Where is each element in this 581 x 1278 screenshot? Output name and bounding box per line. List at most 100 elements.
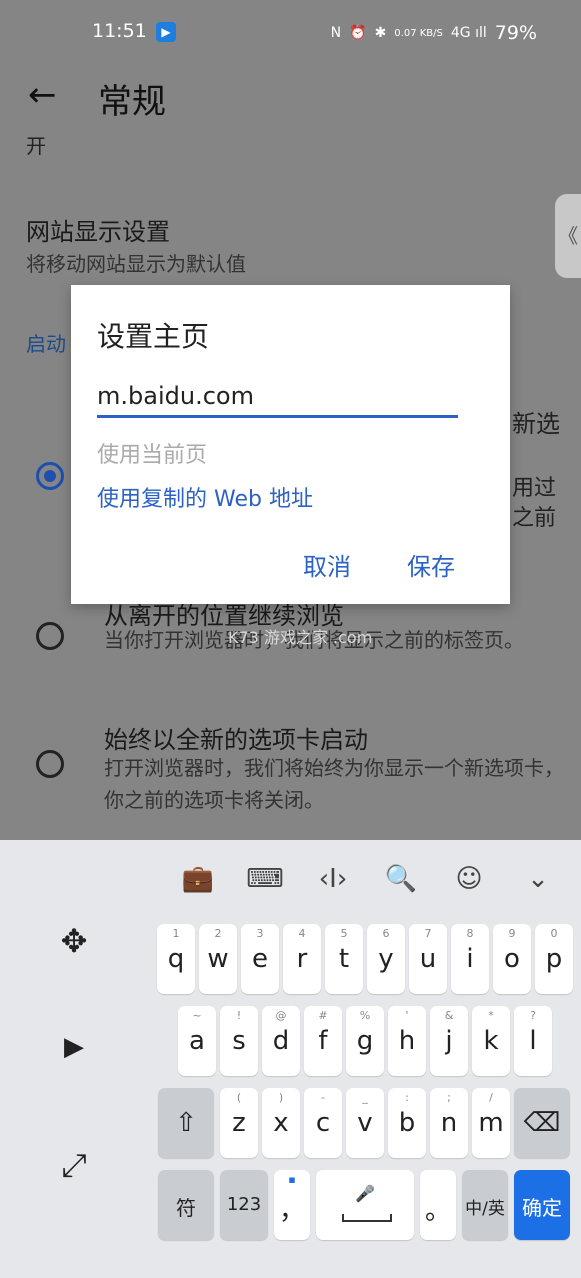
number-key[interactable]: 123 [220, 1170, 268, 1240]
key-label: a [189, 1026, 205, 1056]
collapse-keyboard-icon[interactable]: ⌄ [518, 864, 558, 894]
key-w[interactable]: 2w [199, 924, 237, 994]
key-p[interactable]: 0p [535, 924, 573, 994]
key-label: t [338, 944, 350, 974]
cancel-button[interactable]: 取消 [303, 547, 351, 582]
dialog-title: 设置主页 [97, 320, 210, 353]
new-tab-option-title[interactable]: 始终以全新的选项卡启动 [104, 720, 368, 755]
key-hint: ( [236, 1091, 242, 1104]
key-i[interactable]: 8i [451, 924, 489, 994]
key-g[interactable]: % g [346, 1006, 384, 1076]
key-hint: & [444, 1009, 454, 1022]
emoji-icon[interactable]: ☺ [449, 864, 489, 894]
key-hint: 1 [172, 927, 180, 940]
key-m[interactable]: / m [472, 1088, 510, 1158]
key-label: o [504, 944, 520, 974]
play-icon[interactable]: ▶ [54, 1032, 94, 1062]
page-title: 常规 [98, 82, 166, 122]
move-keyboard-icon[interactable]: ✥ [54, 922, 94, 960]
key-hint: # [318, 1009, 328, 1022]
keyboard-layout-icon[interactable]: ⌨ [245, 864, 285, 894]
symbol-key[interactable]: 符 [158, 1170, 214, 1240]
key-s[interactable]: ! s [220, 1006, 258, 1076]
site-display-settings-title[interactable]: 网站显示设置 [26, 212, 170, 247]
key-t[interactable]: 5t [325, 924, 363, 994]
confirm-key[interactable]: 确定 [514, 1170, 570, 1240]
shift-key[interactable]: ⇧ [158, 1088, 214, 1158]
period-key[interactable]: 。 [420, 1170, 456, 1240]
key-label: i [466, 944, 474, 974]
resume-option-radio[interactable] [36, 622, 64, 650]
key-a[interactable]: ~ a [178, 1006, 216, 1076]
watermark: K73 游戏之家 .com [228, 628, 373, 647]
key-n[interactable]: ; n [430, 1088, 468, 1158]
section-startup-heading: 启动 [26, 332, 66, 356]
set-homepage-dialog: 设置主页 使用当前页 使用复制的 Web 地址 取消 保存 [71, 285, 510, 604]
save-button[interactable]: 保存 [407, 547, 455, 582]
key-hint: 2 [214, 927, 222, 940]
clipboard-icon[interactable]: 💼 [178, 864, 218, 894]
key-hint: % [359, 1009, 371, 1022]
alarm-icon: ⏰ [349, 25, 367, 41]
comma-key[interactable]: ▪ ， [274, 1170, 310, 1240]
status-icons: N ⏰ ✱ 0.07 KB/S 4G ıll 79% [331, 22, 537, 44]
key-u[interactable]: 7u [409, 924, 447, 994]
clock: 11:51 [92, 20, 147, 42]
key-k[interactable]: * k [472, 1006, 510, 1076]
key-j[interactable]: & j [430, 1006, 468, 1076]
key-v[interactable]: _ v [346, 1088, 384, 1158]
key-label: e [252, 944, 268, 974]
obscured-option-text: 用过 [512, 476, 557, 501]
key-x[interactable]: ) x [262, 1088, 300, 1158]
side-panel-handle[interactable]: 《 [555, 194, 581, 278]
key-label: v [357, 1108, 373, 1138]
key-label: g [356, 1026, 374, 1056]
key-y[interactable]: 6y [367, 924, 405, 994]
key-hint: ? [530, 1009, 536, 1022]
back-arrow-icon[interactable]: ← [28, 78, 57, 112]
obscured-option-text: 之前 [512, 506, 557, 531]
signal-icon: 4G ıll [450, 25, 487, 41]
key-label: w [207, 944, 229, 974]
app-header: ← 常规 [0, 60, 581, 134]
search-icon[interactable]: 🔍 [381, 864, 421, 894]
key-label: r [296, 944, 308, 974]
key-h[interactable]: ' h [388, 1006, 426, 1076]
key-d[interactable]: @ d [262, 1006, 300, 1076]
key-hint: 3 [256, 927, 264, 940]
key-label: f [318, 1026, 328, 1056]
key-r[interactable]: 4r [283, 924, 321, 994]
key-hint: 0 [550, 927, 558, 940]
key-hint: 5 [340, 927, 348, 940]
startup-option-radio-selected[interactable] [36, 462, 64, 490]
key-hint: 9 [508, 927, 516, 940]
key-hint: 4 [298, 927, 306, 940]
backspace-key[interactable]: ⌫ [514, 1088, 570, 1158]
key-hint: ) [278, 1091, 284, 1104]
key-f[interactable]: # f [304, 1006, 342, 1076]
key-hint: : [405, 1091, 409, 1104]
key-label: d [272, 1026, 290, 1056]
key-e[interactable]: 3e [241, 924, 279, 994]
new-tab-option-radio[interactable] [36, 750, 64, 778]
key-b[interactable]: :b [388, 1088, 426, 1158]
soft-keyboard: 💼 ⌨ ‹I› 🔍 ☺ ⌄ ✥ ▶ ⤢ 1q2w3e4r5t6y7u8i9o0p… [0, 840, 581, 1278]
key-hint: @ [275, 1009, 287, 1022]
microphone-icon: 🎤 [355, 1184, 375, 1203]
space-key[interactable]: 🎤 [316, 1170, 414, 1240]
key-l[interactable]: ? l [514, 1006, 552, 1076]
homepage-url-input[interactable] [97, 377, 458, 418]
key-label: c [315, 1108, 331, 1138]
expand-icon[interactable]: ⤢ [54, 1146, 94, 1185]
key-hint: * [488, 1009, 494, 1022]
key-c[interactable]: -c [304, 1088, 342, 1158]
cursor-edit-icon[interactable]: ‹I› [313, 864, 353, 894]
use-copied-url-option[interactable]: 使用复制的 Web 地址 [97, 481, 313, 513]
key-label: l [529, 1026, 537, 1056]
key-z[interactable]: (z [220, 1088, 258, 1158]
key-label: j [445, 1026, 453, 1056]
key-label: k [483, 1026, 499, 1056]
language-toggle-key[interactable]: 中/英 [462, 1170, 508, 1240]
key-o[interactable]: 9o [493, 924, 531, 994]
key-q[interactable]: 1q [157, 924, 195, 994]
